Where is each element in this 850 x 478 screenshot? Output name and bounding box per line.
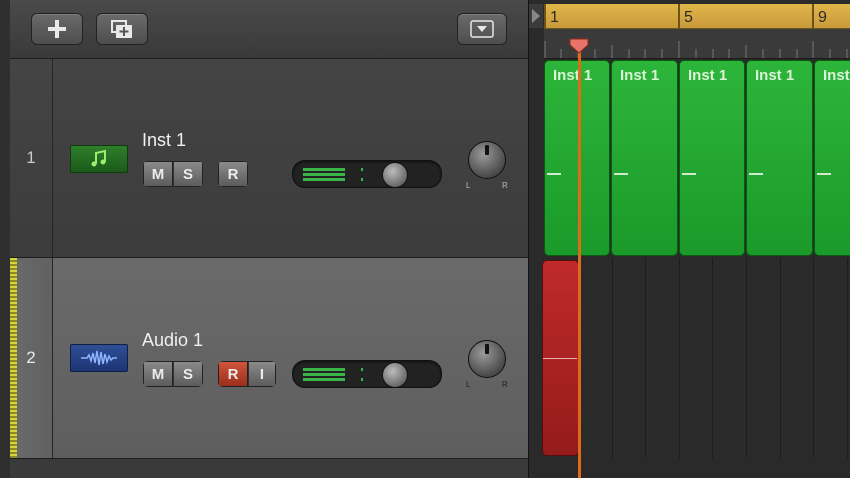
region-note — [682, 173, 696, 175]
grid-line — [712, 258, 713, 458]
ruler-tick — [544, 4, 546, 28]
record-monitor-group: R I — [218, 361, 276, 387]
region-note — [817, 173, 831, 175]
view-menu-button[interactable] — [457, 13, 507, 45]
midi-region[interactable]: Inst 1 — [679, 60, 745, 256]
grid-line — [679, 258, 680, 458]
record-enable-button[interactable]: R — [218, 361, 248, 387]
pan-left-label: L — [466, 181, 471, 190]
region-name: Inst 1 — [553, 67, 593, 84]
mute-solo-group: M S — [143, 161, 203, 187]
dropdown-arrow-icon — [470, 20, 494, 38]
pan-right-label: R — [502, 380, 508, 389]
ruler-corner — [529, 4, 543, 28]
audio-region[interactable] — [542, 260, 579, 456]
volume-fader-thumb[interactable] — [382, 162, 408, 188]
region-note — [614, 173, 628, 175]
record-group: R — [218, 161, 248, 187]
region-name: Inst 1 — [620, 67, 660, 84]
playhead-marker-icon — [569, 38, 589, 54]
grid-line — [746, 258, 747, 458]
pan-knob-dial[interactable] — [468, 141, 506, 179]
track-row[interactable]: 2 Audio 1 M S R I L R — [10, 258, 528, 459]
input-monitor-button[interactable]: I — [248, 361, 276, 387]
volume-meter — [303, 368, 363, 381]
grid-line — [780, 258, 781, 458]
grid-line — [847, 258, 848, 458]
track-icon[interactable] — [70, 145, 128, 173]
solo-button[interactable]: S — [173, 361, 203, 387]
region-note — [749, 173, 763, 175]
track-row[interactable]: 1 Inst 1 M S R L R — [10, 59, 528, 258]
playhead-handle[interactable] — [568, 37, 590, 55]
track-header-toolbar — [10, 0, 528, 59]
mute-button[interactable]: M — [143, 361, 173, 387]
plus-icon — [48, 20, 66, 38]
track-list-footer — [10, 459, 528, 478]
ruler-tick — [812, 4, 814, 28]
volume-fader-thumb[interactable] — [382, 362, 408, 388]
playhead[interactable] — [578, 40, 581, 478]
volume-fader[interactable] — [292, 160, 442, 188]
track-name[interactable]: Inst 1 — [142, 130, 186, 151]
add-track-button[interactable] — [31, 13, 83, 45]
collapse-arrow-icon[interactable] — [529, 4, 543, 28]
ruler-tick — [678, 4, 680, 28]
track-number: 1 — [10, 59, 53, 257]
midi-region[interactable]: Inst 1 — [544, 60, 610, 256]
track-name[interactable]: Audio 1 — [142, 330, 203, 351]
midi-region[interactable]: Inst 1 — [611, 60, 678, 256]
bar-ruler[interactable]: 1 5 9 — [544, 4, 850, 29]
solo-button[interactable]: S — [173, 161, 203, 187]
pan-knob[interactable]: L R — [462, 334, 510, 389]
waveform-icon — [81, 350, 117, 366]
region-note — [547, 173, 561, 175]
pan-knob[interactable]: L R — [462, 135, 510, 190]
midi-region[interactable]: Inst 1 — [746, 60, 813, 256]
bar-number: 1 — [550, 9, 559, 26]
pan-right-label: R — [502, 181, 508, 190]
pan-knob-dial[interactable] — [468, 340, 506, 378]
add-folder-icon — [111, 20, 132, 38]
waveform-line — [543, 358, 577, 359]
region-name: Inst 1 — [755, 67, 795, 84]
grid-line — [813, 258, 814, 458]
grid-line — [612, 258, 613, 458]
music-note-icon — [91, 149, 106, 167]
region-name: Inst 1 — [823, 67, 850, 84]
region-name: Inst 1 — [688, 67, 728, 84]
grid-line — [645, 258, 646, 458]
bar-number: 9 — [818, 9, 827, 26]
selected-track-indicator — [10, 258, 17, 458]
mute-button[interactable]: M — [143, 161, 173, 187]
track-icon[interactable] — [70, 344, 128, 372]
mute-solo-group: M S — [143, 361, 203, 387]
bar-number: 5 — [684, 9, 693, 26]
record-enable-button[interactable]: R — [218, 161, 248, 187]
volume-meter — [303, 168, 363, 181]
volume-fader[interactable] — [292, 360, 442, 388]
midi-region[interactable]: Inst 1 — [814, 60, 850, 256]
new-folder-button[interactable] — [96, 13, 148, 45]
pan-left-label: L — [466, 380, 471, 389]
